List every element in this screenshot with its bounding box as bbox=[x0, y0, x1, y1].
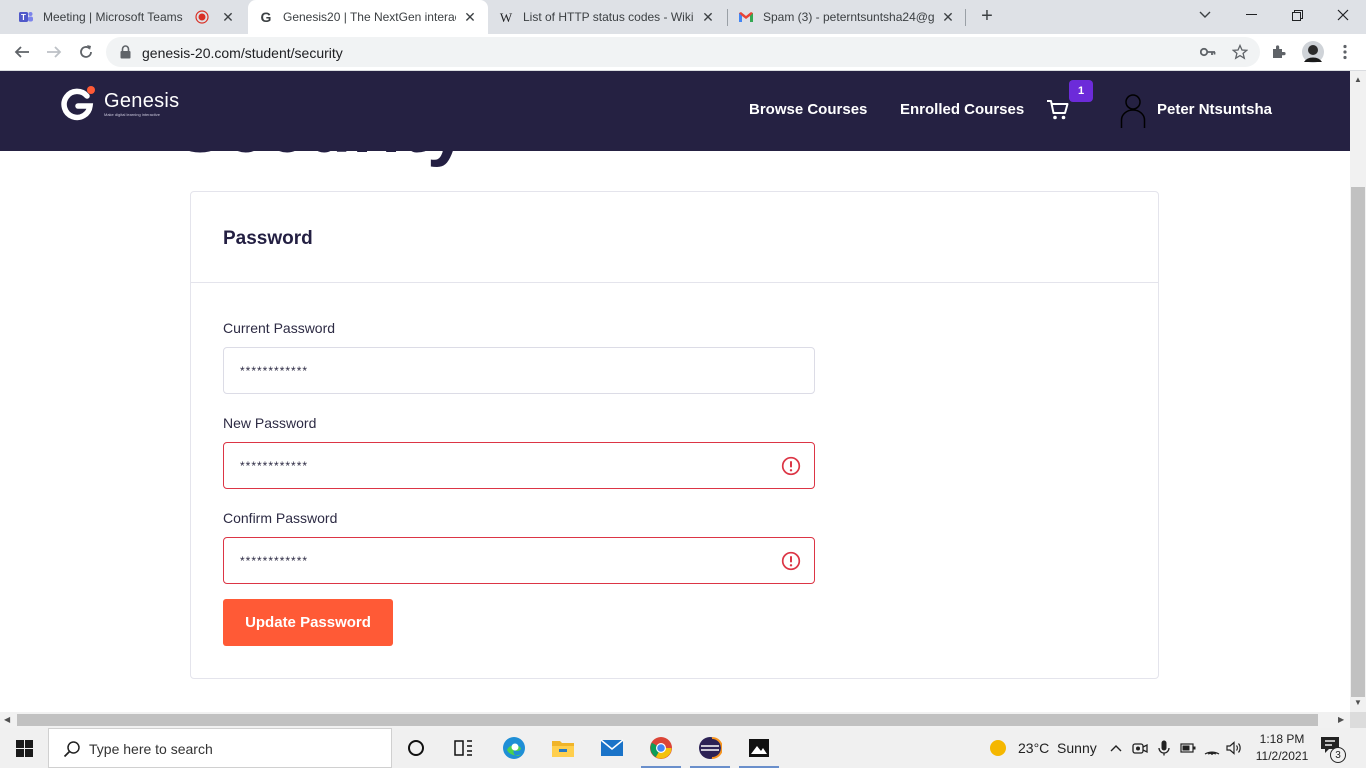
new-password-input[interactable] bbox=[240, 443, 780, 488]
current-password-label: Current Password bbox=[223, 320, 336, 336]
error-icon bbox=[781, 456, 801, 476]
svg-text:G: G bbox=[261, 9, 272, 25]
tab-teams[interactable]: T Meeting | Microsoft Teams ✕ bbox=[8, 0, 246, 34]
tab-wikipedia[interactable]: W List of HTTP status codes - Wikipe ✕ bbox=[488, 0, 726, 34]
cart-icon[interactable] bbox=[1046, 99, 1070, 121]
key-icon[interactable] bbox=[1200, 44, 1216, 60]
scroll-left-icon[interactable]: ◀ bbox=[4, 715, 10, 724]
recording-icon bbox=[194, 9, 210, 25]
search-placeholder: Type here to search bbox=[89, 741, 213, 757]
tab-separator bbox=[965, 9, 966, 26]
scroll-down-icon[interactable]: ▼ bbox=[1354, 698, 1362, 707]
page-viewport: Security Genesis Make digital learning i… bbox=[0, 71, 1350, 712]
horizontal-scrollbar[interactable]: ◀ ▶ bbox=[0, 712, 1350, 728]
horizontal-scroll-thumb[interactable] bbox=[17, 714, 1318, 726]
wifi-icon[interactable] bbox=[1204, 740, 1220, 756]
tab-gmail[interactable]: Spam (3) - peterntsuntsha24@gma ✕ bbox=[728, 0, 966, 34]
svg-text:T: T bbox=[21, 13, 26, 22]
cortana-icon[interactable] bbox=[392, 728, 440, 768]
current-password-input[interactable] bbox=[240, 348, 780, 393]
action-center-icon[interactable]: 3 bbox=[1320, 736, 1350, 763]
sun-icon bbox=[988, 738, 1008, 758]
google-g-icon: G bbox=[258, 9, 274, 25]
user-name[interactable]: Peter Ntsuntsha bbox=[1157, 101, 1272, 118]
extensions-puzzle-icon[interactable] bbox=[1270, 43, 1288, 61]
profile-avatar[interactable] bbox=[1302, 41, 1324, 63]
error-icon bbox=[781, 551, 801, 571]
lock-icon bbox=[120, 45, 131, 64]
nav-enrolled-courses[interactable]: Enrolled Courses bbox=[900, 101, 1024, 118]
user-avatar-icon[interactable] bbox=[1120, 93, 1146, 129]
scroll-up-icon[interactable]: ▲ bbox=[1354, 75, 1362, 84]
volume-icon[interactable] bbox=[1226, 740, 1242, 756]
cart-count-badge: 1 bbox=[1069, 80, 1093, 102]
genesis-logo[interactable]: Genesis Make digital learning interactiv… bbox=[60, 85, 179, 121]
file-explorer-icon[interactable] bbox=[539, 728, 587, 768]
svg-text:W: W bbox=[500, 10, 513, 25]
windows-taskbar: Type here to search 23°C Sunny 1:18 PM 1… bbox=[0, 728, 1366, 768]
weather-widget[interactable]: 23°C Sunny bbox=[988, 738, 1097, 758]
card-header: Password bbox=[191, 192, 1158, 283]
tab-genesis[interactable]: G Genesis20 | The NextGen interacti ✕ bbox=[248, 0, 488, 34]
close-tab-icon[interactable]: ✕ bbox=[220, 9, 236, 25]
taskbar-search-box[interactable]: Type here to search bbox=[48, 728, 392, 768]
teams-icon: T bbox=[18, 9, 34, 25]
confirm-password-input[interactable] bbox=[240, 538, 780, 583]
update-password-button[interactable]: Update Password bbox=[223, 599, 393, 646]
logo-wordmark: Genesis bbox=[104, 89, 180, 112]
new-tab-button[interactable]: + bbox=[976, 5, 998, 27]
nav-browse-courses[interactable]: Browse Courses bbox=[749, 101, 867, 118]
card-title: Password bbox=[223, 228, 313, 249]
show-hidden-icons-chevron-icon[interactable] bbox=[1108, 740, 1124, 756]
vertical-scrollbar[interactable]: ▲ ▼ bbox=[1350, 71, 1366, 712]
close-tab-icon[interactable]: ✕ bbox=[462, 9, 478, 25]
photos-icon[interactable] bbox=[735, 728, 783, 768]
browser-menu-icon[interactable] bbox=[1336, 43, 1354, 61]
confirm-password-label: Confirm Password bbox=[223, 510, 338, 526]
taskbar-clock[interactable]: 1:18 PM 11/2/2021 bbox=[1247, 731, 1317, 765]
clock-time: 1:18 PM bbox=[1259, 732, 1305, 746]
reload-icon[interactable] bbox=[74, 40, 98, 64]
gmail-icon bbox=[738, 9, 754, 25]
vertical-scroll-thumb[interactable] bbox=[1351, 187, 1365, 697]
new-password-label: New Password bbox=[223, 415, 317, 431]
close-tab-icon[interactable]: ✕ bbox=[940, 9, 956, 25]
back-icon[interactable] bbox=[10, 40, 34, 64]
password-card: Password Current Password New Password C… bbox=[190, 191, 1159, 679]
search-icon bbox=[63, 740, 81, 763]
new-password-field[interactable] bbox=[223, 442, 815, 489]
current-password-field[interactable] bbox=[223, 347, 815, 394]
windows-start-icon[interactable] bbox=[0, 728, 48, 768]
restore-icon[interactable] bbox=[1274, 0, 1320, 30]
mail-icon[interactable] bbox=[588, 728, 636, 768]
browser-toolbar: genesis-20.com/student/security bbox=[0, 34, 1366, 71]
forward-icon[interactable] bbox=[42, 40, 66, 64]
weather-text: 23°C Sunny bbox=[1018, 740, 1097, 756]
edge-icon[interactable] bbox=[490, 728, 538, 768]
battery-icon[interactable] bbox=[1180, 740, 1196, 756]
confirm-password-field[interactable] bbox=[223, 537, 815, 584]
chrome-icon[interactable] bbox=[637, 728, 685, 768]
clock-date: 11/2/2021 bbox=[1255, 749, 1309, 763]
scrollbar-corner bbox=[1350, 712, 1366, 728]
eclipse-icon[interactable] bbox=[686, 728, 734, 768]
wikipedia-icon: W bbox=[498, 9, 514, 25]
task-view-icon[interactable] bbox=[440, 728, 488, 768]
tab-search-icon[interactable] bbox=[1182, 0, 1228, 30]
meet-now-icon[interactable] bbox=[1132, 740, 1148, 756]
close-tab-icon[interactable]: ✕ bbox=[700, 9, 716, 25]
microphone-icon[interactable] bbox=[1156, 740, 1172, 756]
bookmark-star-icon[interactable] bbox=[1232, 44, 1248, 60]
scroll-right-icon[interactable]: ▶ bbox=[1338, 715, 1344, 724]
close-window-icon[interactable] bbox=[1320, 0, 1366, 30]
url-text: genesis-20.com/student/security bbox=[142, 45, 343, 61]
genesis-logo-mark bbox=[60, 85, 96, 121]
site-header: Genesis Make digital learning interactiv… bbox=[0, 71, 1350, 151]
minimize-icon[interactable] bbox=[1228, 0, 1274, 30]
address-bar[interactable]: genesis-20.com/student/security bbox=[106, 37, 1260, 67]
notification-count-badge: 3 bbox=[1330, 747, 1346, 763]
browser-tab-strip: T Meeting | Microsoft Teams ✕ G Genesis2… bbox=[0, 0, 1366, 34]
